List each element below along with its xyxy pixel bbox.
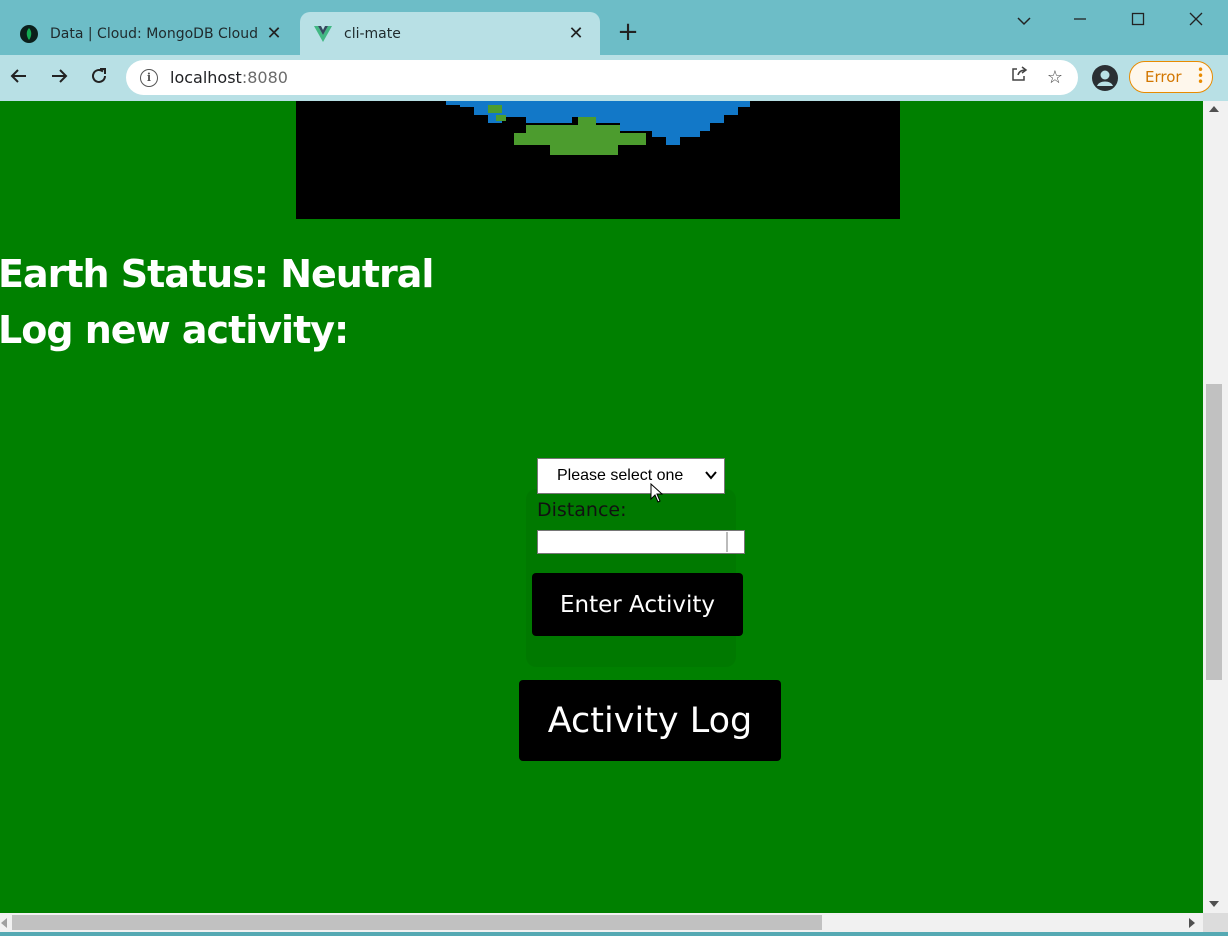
- log-activity-heading: Log new activity:: [0, 308, 349, 352]
- error-button[interactable]: Error • • •: [1129, 61, 1213, 93]
- activity-log-button[interactable]: Activity Log: [519, 680, 781, 761]
- vertical-scroll-thumb[interactable]: [1206, 384, 1222, 680]
- horizontal-scroll-thumb[interactable]: [12, 915, 822, 930]
- share-icon[interactable]: [1006, 65, 1032, 91]
- vertical-scrollbar[interactable]: [1203, 101, 1228, 913]
- tab-mongodb[interactable]: Data | Cloud: MongoDB Cloud ✕: [6, 12, 298, 55]
- scroll-down-arrow-icon[interactable]: [1209, 901, 1219, 907]
- window-bottom-edge: [0, 932, 1228, 936]
- maximize-icon[interactable]: [1118, 8, 1158, 34]
- select-value: Please select one: [557, 467, 684, 484]
- page-content: Earth Status: Neutral Log new activity: …: [0, 101, 1203, 913]
- menu-dots-icon[interactable]: • • •: [1197, 64, 1204, 88]
- minimize-icon[interactable]: [1060, 8, 1100, 34]
- tab-search-chevron-icon[interactable]: [1004, 8, 1044, 34]
- forward-arrow-icon[interactable]: [45, 64, 73, 92]
- scrollbar-corner: [1203, 913, 1228, 932]
- browser-toolbar: i localhost:8080 ☆ Error • • •: [0, 55, 1228, 102]
- site-info-icon[interactable]: i: [140, 68, 158, 87]
- earth-status-heading: Earth Status: Neutral: [0, 252, 434, 296]
- url-port: :8080: [241, 68, 288, 87]
- activity-type-select[interactable]: Please select one: [537, 458, 725, 494]
- distance-input[interactable]: [537, 530, 745, 554]
- chevron-down-icon: [705, 471, 717, 480]
- vue-logo-icon: [314, 25, 332, 42]
- profile-avatar-icon[interactable]: [1092, 65, 1118, 91]
- mongodb-leaf-icon: [20, 24, 38, 43]
- tab-title: Data | Cloud: MongoDB Cloud: [50, 25, 258, 42]
- enter-activity-button[interactable]: Enter Activity: [532, 573, 743, 636]
- mouse-cursor-icon: [650, 483, 664, 503]
- new-tab-icon[interactable]: +: [614, 18, 642, 46]
- tab-title: cli-mate: [344, 25, 401, 42]
- tab-strip: Data | Cloud: MongoDB Cloud ✕ cli-mate ✕…: [0, 0, 1228, 55]
- bookmark-star-icon[interactable]: ☆: [1042, 65, 1068, 91]
- url-host: localhost: [170, 68, 242, 87]
- close-tab-icon[interactable]: ✕: [264, 23, 284, 44]
- address-bar[interactable]: i localhost:8080 ☆: [126, 60, 1078, 95]
- error-label: Error: [1145, 68, 1182, 86]
- close-window-icon[interactable]: [1176, 8, 1216, 34]
- distance-label: Distance:: [537, 499, 627, 521]
- close-tab-icon[interactable]: ✕: [566, 23, 586, 44]
- reload-icon[interactable]: [85, 64, 113, 92]
- earth-pixel-art: [296, 101, 900, 219]
- horizontal-scrollbar[interactable]: [0, 913, 1203, 932]
- scroll-left-arrow-icon[interactable]: [1, 918, 7, 928]
- url-text[interactable]: localhost:8080: [170, 68, 1006, 87]
- input-scrollbar: [726, 532, 728, 552]
- scroll-up-arrow-icon[interactable]: [1209, 106, 1219, 112]
- tab-cli-mate[interactable]: cli-mate ✕: [300, 12, 600, 55]
- back-arrow-icon[interactable]: [5, 64, 33, 92]
- scroll-right-arrow-icon[interactable]: [1189, 918, 1195, 928]
